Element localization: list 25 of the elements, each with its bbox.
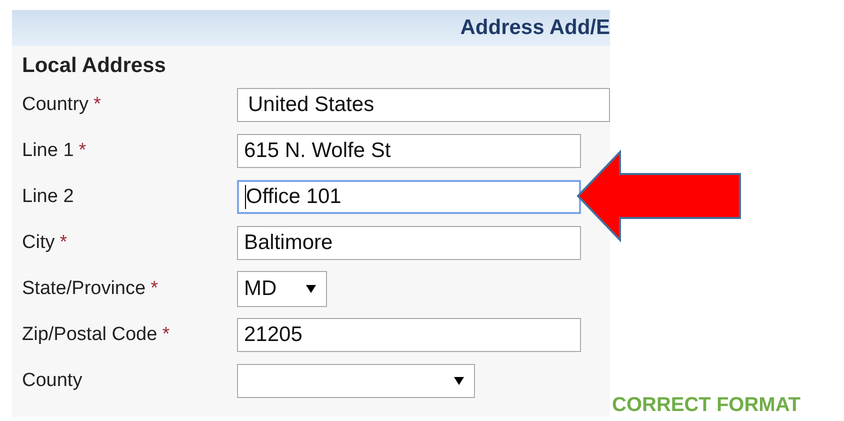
section-title: Local Address: [21, 53, 167, 79]
field-label: State/Province: [22, 278, 146, 299]
arrow-icon: [576, 150, 741, 242]
select-field[interactable]: [237, 364, 475, 398]
dropdown-arrow-icon: [306, 285, 316, 293]
form-title: Address Add/E: [460, 16, 610, 40]
field-label: Zip/Postal Code: [22, 324, 158, 345]
field-label: Country: [22, 94, 89, 115]
input-field[interactable]: 21205: [237, 318, 581, 352]
field-label: Line 2: [22, 186, 74, 207]
select-field[interactable]: MD: [237, 271, 327, 307]
required-mark: *: [150, 278, 158, 299]
field-label: County: [22, 370, 82, 391]
input-field[interactable]: Office 101: [237, 180, 581, 214]
input-field[interactable]: United States: [237, 88, 610, 122]
required-mark: *: [162, 324, 170, 345]
required-mark: *: [78, 140, 86, 161]
required-mark: *: [94, 94, 101, 115]
input-field[interactable]: Baltimore: [237, 226, 581, 260]
input-field[interactable]: 615 N. Wolfe St: [237, 134, 581, 168]
dropdown-arrow-icon: [454, 377, 464, 385]
field-label: City: [22, 232, 55, 253]
field-label: Line 1: [22, 140, 74, 161]
required-mark: *: [60, 232, 68, 253]
caption-text: CORRECT FORMAT: [612, 394, 800, 417]
